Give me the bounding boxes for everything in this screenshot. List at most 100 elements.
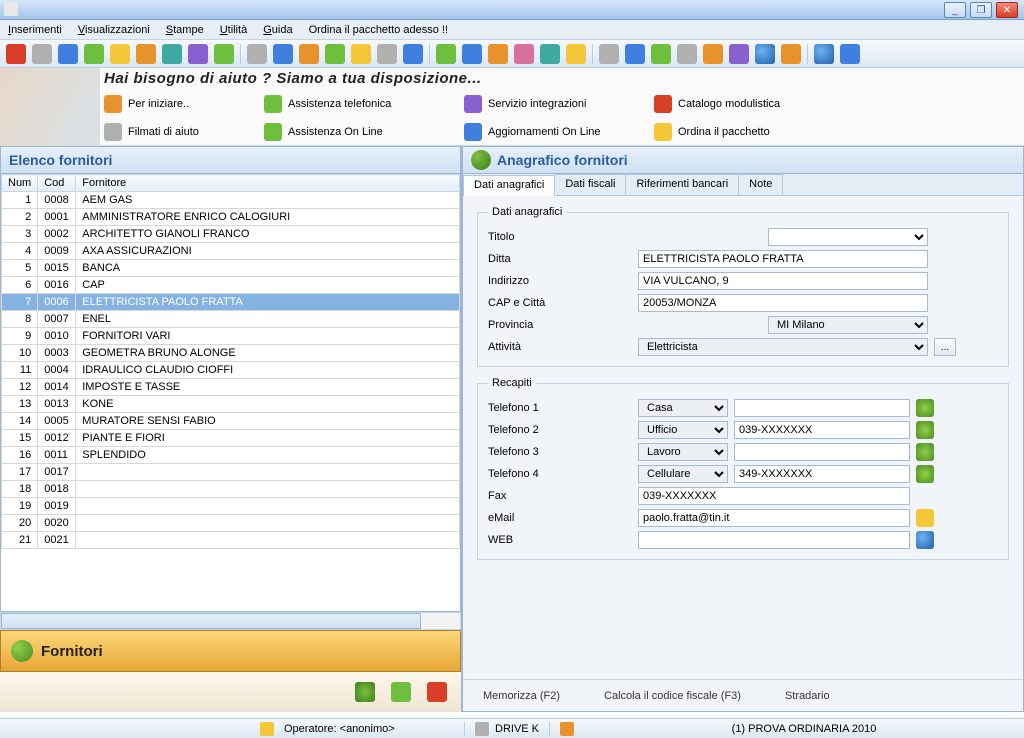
toolbar-icon[interactable] [6, 44, 26, 64]
memorizza-button[interactable]: Memorizza (F2) [483, 690, 560, 702]
toolbar-icon[interactable] [136, 44, 156, 64]
menu-visualizzazioni[interactable]: Visualizzazioni [78, 24, 150, 36]
tab-riferimenti-bancari[interactable]: Riferimenti bancari [625, 174, 739, 195]
toolbar-icon[interactable] [351, 44, 371, 64]
table-row[interactable]: 90010FORNITORI VARI [2, 328, 460, 345]
ditta-input[interactable] [638, 250, 928, 268]
help-assistenza-telefonica[interactable]: Assistenza telefonica [264, 91, 454, 117]
contact-icon[interactable] [916, 421, 934, 439]
printer-icon[interactable] [599, 44, 619, 64]
table-row[interactable]: 130013KONE [2, 396, 460, 413]
contact-icon[interactable] [916, 443, 934, 461]
tel1-type-select[interactable]: Casa [638, 399, 728, 417]
menu-inserimenti[interactable]: IInserimentinserimenti [8, 24, 62, 36]
toolbar-icon[interactable] [462, 44, 482, 64]
toolbar-icon[interactable] [214, 44, 234, 64]
contact-icon[interactable] [916, 399, 934, 417]
tel4-type-select[interactable]: Cellulare [638, 465, 728, 483]
toolbar-icon[interactable] [188, 44, 208, 64]
web-input[interactable] [638, 531, 910, 549]
toolbar-icon[interactable] [781, 44, 801, 64]
window-maximize-button[interactable]: ❐ [970, 2, 992, 18]
table-row[interactable]: 170017 [2, 464, 460, 481]
toolbar-icon[interactable] [729, 44, 749, 64]
toolbar-icon[interactable] [162, 44, 182, 64]
tel2-input[interactable] [734, 421, 910, 439]
table-row[interactable]: 30002ARCHITETTO GIANOLI FRANCO [2, 226, 460, 243]
table-row[interactable]: 150012PIANTE E FIORI [2, 430, 460, 447]
globe-icon[interactable] [755, 44, 775, 64]
toolbar-icon[interactable] [299, 44, 319, 64]
toolbar-icon[interactable] [58, 44, 78, 64]
capcitta-input[interactable] [638, 294, 928, 312]
table-row[interactable]: 80007ENEL [2, 311, 460, 328]
help-aggiornamenti[interactable]: Aggiornamenti On Line [464, 119, 644, 145]
toolbar-icon[interactable] [566, 44, 586, 64]
help-icon[interactable] [840, 44, 860, 64]
menu-utilita[interactable]: Utilità [220, 24, 248, 36]
tel1-input[interactable] [734, 399, 910, 417]
help-catalogo-modulistica[interactable]: Catalogo modulistica [654, 91, 824, 117]
calcola-cf-button[interactable]: Calcola il codice fiscale (F3) [604, 690, 741, 702]
tab-note[interactable]: Note [738, 174, 783, 195]
toolbar-icon[interactable] [436, 44, 456, 64]
tel3-input[interactable] [734, 443, 910, 461]
help-ordina-pacchetto[interactable]: Ordina il pacchetto [654, 119, 824, 145]
table-row[interactable]: 160011SPLENDIDO [2, 447, 460, 464]
toolbar-icon[interactable] [703, 44, 723, 64]
col-fornitore[interactable]: Fornitore [76, 175, 460, 192]
toolbar-icon[interactable] [488, 44, 508, 64]
toolbar-icon[interactable] [84, 44, 104, 64]
table-row[interactable]: 10008AEM GAS [2, 192, 460, 209]
toolbar-icon[interactable] [625, 44, 645, 64]
toolbar-icon[interactable] [651, 44, 671, 64]
toolbar-icon[interactable] [325, 44, 345, 64]
tel3-type-select[interactable]: Lavoro [638, 443, 728, 461]
table-row[interactable]: 20001AMMINISTRATORE ENRICO CALOGIURI [2, 209, 460, 226]
f24-icon[interactable] [403, 44, 423, 64]
table-row[interactable]: 40009AXA ASSICURAZIONI [2, 243, 460, 260]
provincia-select[interactable]: MI Milano [768, 316, 928, 334]
table-row[interactable]: 100003GEOMETRA BRUNO ALONGE [2, 345, 460, 362]
fax-input[interactable] [638, 487, 910, 505]
table-row[interactable]: 200020 [2, 515, 460, 532]
table-row[interactable]: 120014IMPOSTE E TASSE [2, 379, 460, 396]
mail-icon[interactable] [916, 509, 934, 527]
table-row[interactable]: 190019 [2, 498, 460, 515]
menu-ordina-pacchetto[interactable]: Ordina il pacchetto adesso !! [309, 24, 448, 36]
globe-icon[interactable] [814, 44, 834, 64]
table-row[interactable]: 60016CAP [2, 277, 460, 294]
email-input[interactable] [638, 509, 910, 527]
attivita-select[interactable]: Elettricista [638, 338, 928, 356]
table-row[interactable]: 70006ELETTRICISTA PAOLO FRATTA [2, 294, 460, 311]
contact-icon[interactable] [916, 465, 934, 483]
help-per-iniziare[interactable]: Per iniziare.. [104, 91, 254, 117]
help-assistenza-online[interactable]: Assistenza On Line [264, 119, 454, 145]
globe-icon[interactable] [916, 531, 934, 549]
table-row[interactable]: 210021 [2, 532, 460, 549]
excel-icon[interactable] [391, 682, 411, 702]
tel2-type-select[interactable]: Ufficio [638, 421, 728, 439]
stradario-button[interactable]: Stradario [785, 690, 830, 702]
suppliers-table-wrap[interactable]: Num Cod Fornitore 10008AEM GAS20001AMMIN… [0, 174, 461, 612]
table-row[interactable]: 50015BANCA [2, 260, 460, 277]
window-minimize-button[interactable]: _ [944, 2, 966, 18]
menu-stampe[interactable]: Stampe [166, 24, 204, 36]
category-bar[interactable]: Fornitori [0, 630, 461, 672]
horizontal-scrollbar[interactable] [0, 612, 461, 630]
menu-guida[interactable]: Guida [263, 24, 292, 36]
tel4-input[interactable] [734, 465, 910, 483]
power-icon[interactable] [427, 682, 447, 702]
attivita-more-button[interactable]: ... [934, 338, 956, 356]
toolbar-icon[interactable] [677, 44, 697, 64]
toolbar-icon[interactable] [32, 44, 52, 64]
toolbar-icon[interactable] [247, 44, 267, 64]
titolo-select[interactable] [768, 228, 928, 246]
tab-dati-anagrafici[interactable]: Dati anagrafici [463, 175, 555, 196]
toolbar-icon[interactable] [540, 44, 560, 64]
col-cod[interactable]: Cod [38, 175, 76, 192]
toolbar-icon[interactable] [514, 44, 534, 64]
indirizzo-input[interactable] [638, 272, 928, 290]
window-close-button[interactable]: ✕ [996, 2, 1018, 18]
table-row[interactable]: 110004IDRAULICO CLAUDIO CIOFFI [2, 362, 460, 379]
